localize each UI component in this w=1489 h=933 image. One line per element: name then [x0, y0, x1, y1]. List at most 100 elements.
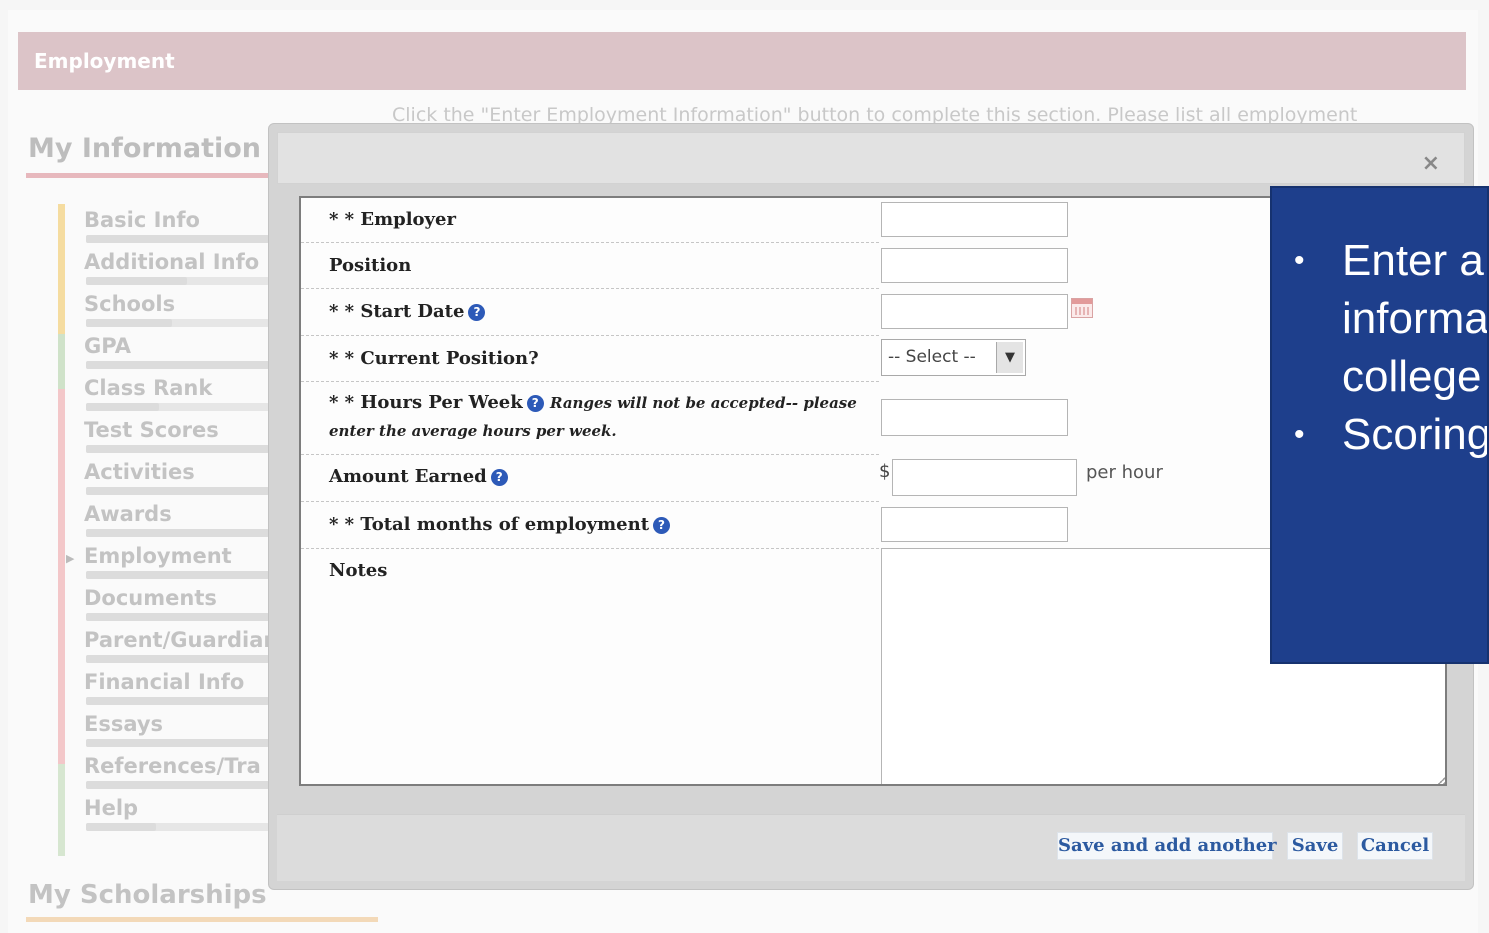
resize-handle-icon[interactable] [1438, 775, 1445, 784]
callout-bullet: Scoring comple [1272, 406, 1487, 464]
sidebar-item-references[interactable]: References/Tra [84, 750, 274, 792]
start-date-input[interactable] [881, 294, 1068, 329]
sidebar-item-help[interactable]: Help [84, 792, 274, 834]
sidebar-item-label: Schools [84, 292, 176, 316]
sidebar-item-additional-info[interactable]: Additional Info [84, 246, 274, 288]
callout-bullet: Enter a employ informa high sc college [1272, 232, 1487, 406]
callout-bullet-list: Enter a employ informa high sc college S… [1272, 232, 1487, 464]
modal-footer: Save and add another Save Cancel [277, 814, 1465, 881]
hours-per-week-row: * * Hours Per Week? Ranges will not be a… [301, 382, 879, 455]
sidebar-item-label: References/Tra [84, 754, 261, 778]
help-icon[interactable]: ? [653, 516, 671, 534]
progress-fill [86, 823, 156, 831]
amount-earned-input[interactable] [892, 459, 1077, 496]
section-title: Employment [34, 49, 175, 73]
sidebar-item-financial-info[interactable]: Financial Info [84, 666, 274, 708]
progress-fill [86, 403, 160, 411]
progress-fill [86, 235, 269, 243]
hours-per-week-label-text: * * Hours Per Week [329, 392, 523, 413]
progress-fill [86, 781, 269, 789]
sidebar-item-activities[interactable]: Activities [84, 456, 274, 498]
progress-fill [86, 529, 269, 537]
amount-unit: per hour [1086, 462, 1163, 483]
cancel-button[interactable]: Cancel [1357, 832, 1433, 860]
hours-note-line2: enter the average hours per week. [329, 422, 617, 440]
sidebar-progress-bar [86, 487, 269, 495]
chevron-down-icon[interactable]: ▼ [996, 342, 1023, 373]
sidebar-item-basic-info[interactable]: Basic Info [84, 204, 274, 246]
sidebar-item-test-scores[interactable]: Test Scores [84, 414, 274, 456]
currency-symbol: $ [879, 461, 891, 482]
sidebar-item-label: Help [84, 796, 139, 820]
sidebar-nav: Basic Info Additional Info Schools GPA C… [66, 204, 274, 834]
modal-titlebar[interactable]: × [277, 132, 1465, 184]
notes-label: Notes [329, 560, 388, 581]
sidebar-item-label: Additional Info [84, 250, 260, 274]
sidebar-item-class-rank[interactable]: Class Rank [84, 372, 274, 414]
sidebar-item-gpa[interactable]: GPA [84, 330, 274, 372]
sidebar-progress-bar [86, 697, 269, 705]
employer-input[interactable] [881, 202, 1068, 237]
start-date-row: * * Start Date? [301, 289, 879, 336]
sidebar-item-essays[interactable]: Essays [84, 708, 274, 750]
sidebar-scholarships-title[interactable]: My Scholarships [28, 880, 267, 910]
total-months-label-text: * * Total months of employment [329, 514, 650, 535]
sidebar-item-schools[interactable]: Schools [84, 288, 274, 330]
progress-fill [86, 277, 187, 285]
sidebar-item-label: Class Rank [84, 376, 213, 400]
position-input[interactable] [881, 248, 1068, 283]
sidebar-progress-bar [86, 445, 269, 453]
instruction-callout: Enter a employ informa high sc college S… [1270, 186, 1489, 664]
hours-per-week-label: * * Hours Per Week? Ranges will not be a… [329, 392, 857, 413]
help-icon[interactable]: ? [490, 468, 508, 486]
help-icon[interactable]: ? [526, 394, 544, 412]
sidebar-progress-bar [86, 571, 269, 579]
current-position-label: * * Current Position? [329, 348, 539, 369]
total-months-input[interactable] [881, 507, 1068, 542]
sidebar-item-label: Activities [84, 460, 195, 484]
save-button[interactable]: Save [1287, 832, 1343, 860]
sidebar-progress-bar [86, 823, 269, 831]
sidebar-item-label: Employment [84, 544, 232, 568]
sidebar-item-label: Test Scores [84, 418, 219, 442]
sidebar-item-employment[interactable]: ▶ Employment [66, 540, 274, 582]
help-icon[interactable]: ? [468, 303, 486, 321]
hours-note-line1: Ranges will not be accepted-- please [550, 394, 857, 412]
save-and-add-another-button[interactable]: Save and add another [1057, 832, 1277, 860]
amount-earned-label: Amount Earned? [329, 466, 508, 487]
sidebar-progress-bar [86, 361, 269, 369]
start-date-label: * * Start Date? [329, 301, 486, 322]
current-position-select[interactable]: -- Select -- ▼ [881, 339, 1026, 376]
sidebar-item-label: Basic Info [84, 208, 200, 232]
position-label: Position [329, 255, 412, 276]
sidebar-progress-bar [86, 739, 269, 747]
sidebar-item-parent-guardian[interactable]: Parent/Guardian [84, 624, 274, 666]
amount-earned-label-text: Amount Earned [329, 466, 487, 487]
progress-fill [86, 361, 269, 369]
sidebar-item-awards[interactable]: Awards [84, 498, 274, 540]
current-position-selected: -- Select -- [888, 347, 976, 367]
sidebar-item-documents[interactable]: Documents [84, 582, 274, 624]
sidebar-title-underline [26, 173, 271, 178]
sidebar-progress-bar [86, 781, 269, 789]
sidebar-item-label: Financial Info [84, 670, 245, 694]
amount-earned-row: Amount Earned? [301, 455, 879, 502]
sidebar-progress-bar [86, 403, 269, 411]
sidebar-scholarships-underline [26, 917, 378, 922]
current-position-row: * * Current Position? [301, 336, 879, 382]
progress-fill [86, 319, 172, 327]
calendar-icon[interactable] [1071, 298, 1093, 318]
section-header: Employment [18, 32, 1466, 90]
employer-label: * * Employer [329, 209, 456, 230]
sidebar-item-label: Documents [84, 586, 217, 610]
close-icon[interactable]: × [1422, 151, 1440, 176]
hours-per-week-input[interactable] [881, 399, 1068, 436]
sidebar-progress-bar [86, 235, 269, 243]
total-months-label: * * Total months of employment? [329, 514, 671, 535]
position-row: Position [301, 243, 879, 289]
sidebar-progress-line [58, 204, 65, 856]
sidebar-item-label: Parent/Guardian [84, 628, 269, 652]
progress-fill [86, 571, 269, 579]
total-months-row: * * Total months of employment? [301, 502, 879, 549]
progress-fill [86, 739, 269, 747]
